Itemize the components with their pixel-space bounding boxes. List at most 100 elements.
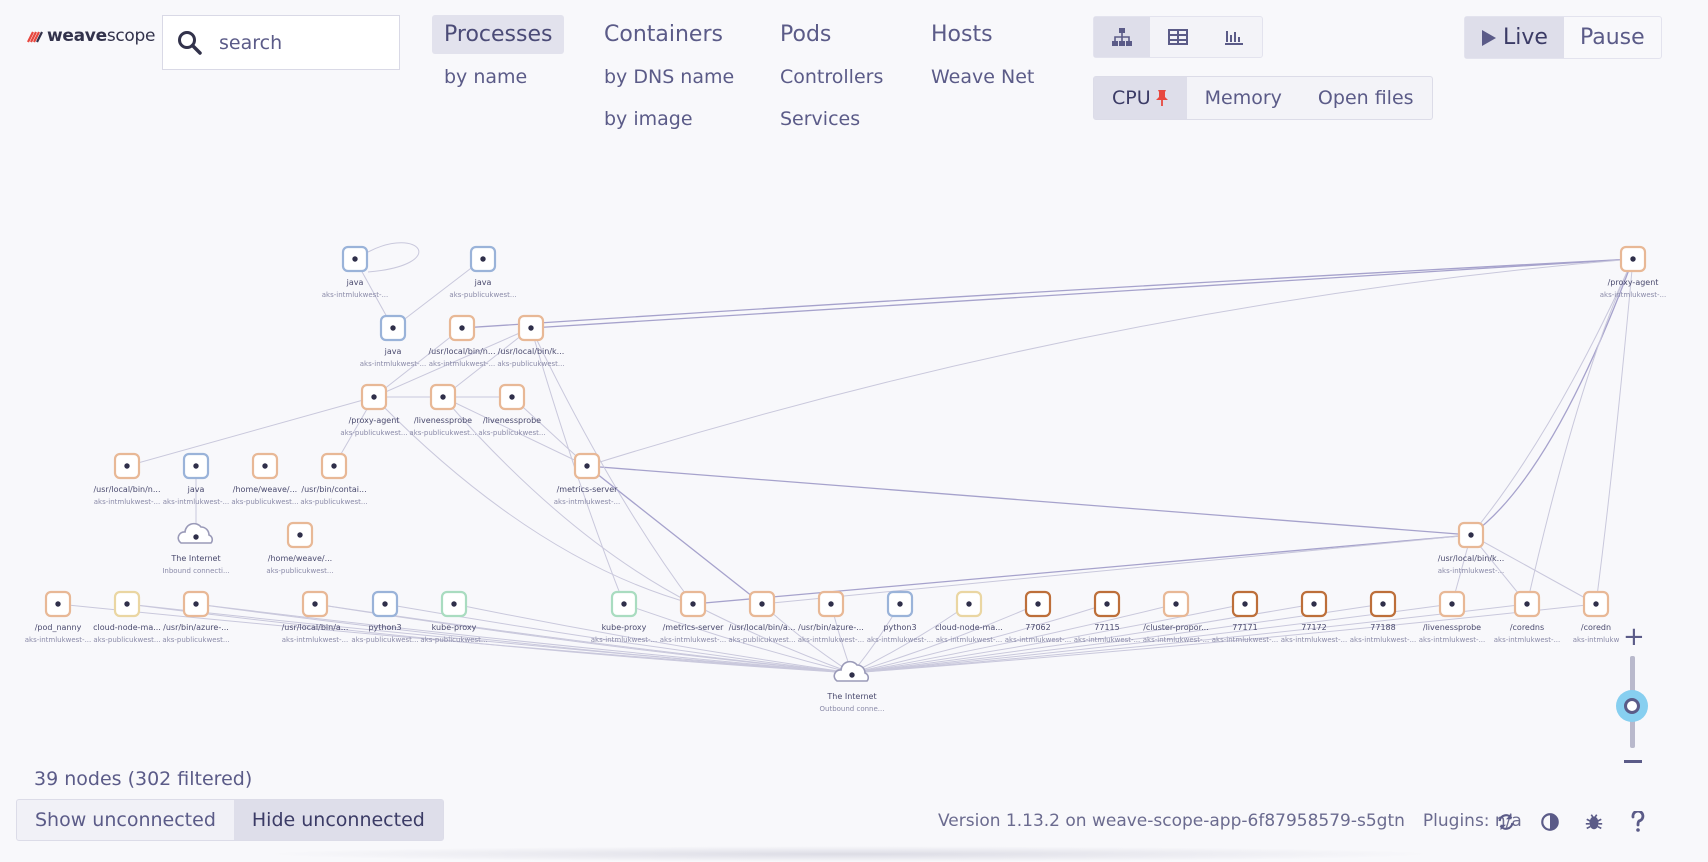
node-sublabel: aks-intmlukwest-... <box>1074 636 1141 644</box>
zoom-in-button[interactable]: + <box>1623 622 1645 652</box>
node-center-dot <box>451 601 457 607</box>
node-sublabel: aks-publicukwest... <box>162 636 229 644</box>
node-sublabel: aks-publicukwest... <box>300 498 367 506</box>
graph-node[interactable]: /usr/bin/contai... aks-publicukwest... <box>300 452 368 506</box>
graph-edge <box>1595 258 1634 605</box>
graph-node[interactable]: java aks-intmlukwest-... <box>322 245 389 299</box>
graph-node[interactable]: /coredn aks-intmlukw <box>1573 590 1620 644</box>
node-center-dot <box>371 394 377 400</box>
node-sublabel: aks-intmlukwest-... <box>1350 636 1417 644</box>
node-center-dot <box>1380 601 1386 607</box>
node-sublabel: aks-publicukwest... <box>93 636 160 644</box>
node-center-dot <box>528 325 534 331</box>
node-sublabel: aks-intmlukwest-... <box>1494 636 1561 644</box>
node-center-dot <box>897 601 903 607</box>
graph-node[interactable]: /proxy-agent aks-intmlukwest-... <box>1600 245 1667 299</box>
node-sublabel: aks-intmlukwest-... <box>429 360 496 368</box>
graph-edge <box>586 258 1634 467</box>
node-sublabel: aks-intmlukwest-... <box>867 636 934 644</box>
node-label: /usr/local/bin/n... <box>93 485 160 494</box>
topology-graph: java aks-intmlukwest-... java aks-publicukw… <box>25 242 1667 713</box>
node-label: The Internet <box>826 692 876 701</box>
node-label: /home/weave/... <box>233 485 297 494</box>
node-label: /pod_nanny <box>35 623 82 632</box>
bug-icon[interactable] <box>1584 811 1604 833</box>
node-label: /coredn <box>1581 623 1611 632</box>
node-sublabel: aks-intmlukwest-... <box>1212 636 1279 644</box>
graph-node[interactable]: kube-proxy aks-intmlukwest-... <box>591 590 658 644</box>
graph-node[interactable]: 77115 aks-intmlukwest-... <box>1074 590 1141 644</box>
node-center-dot <box>1630 256 1636 262</box>
graph-node[interactable]: /home/weave/... aks-publicukwest... <box>231 452 299 506</box>
graph-edge <box>530 258 1634 329</box>
hide-unconnected-button[interactable]: Hide unconnected <box>233 800 443 840</box>
node-sublabel: aks-intmlukw <box>1573 636 1620 644</box>
graph-node[interactable]: /pod_nanny aks-intmlukwest-... <box>25 590 92 644</box>
node-sublabel: Outbound conne... <box>820 705 885 713</box>
node-sublabel: aks-intmlukwest-... <box>554 498 621 506</box>
node-label: /proxy-agent <box>349 416 400 425</box>
node-label: cloud-node-ma... <box>935 623 1003 632</box>
nodes-count: 39 nodes (302 filtered) <box>34 768 253 790</box>
refresh-icon[interactable] <box>1496 811 1516 833</box>
node-label: 77172 <box>1301 623 1326 632</box>
graph-node[interactable]: /livenessprobe aks-intmlukwest-... <box>1419 590 1486 644</box>
node-sublabel: aks-publicukwest... <box>351 636 418 644</box>
node-center-dot <box>759 601 765 607</box>
graph-node[interactable]: /usr/local/bin/n... aks-intmlukwest-... <box>93 452 161 506</box>
graph-node[interactable]: python3 aks-intmlukwest-... <box>867 590 934 644</box>
graph-node[interactable]: /usr/local/bin/k... aks-publicukwest... <box>497 314 565 368</box>
node-label: /usr/local/bin/k... <box>498 347 565 356</box>
node-sublabel: Inbound connecti... <box>162 567 229 575</box>
zoom-slider-handle[interactable] <box>1616 690 1648 722</box>
graph-node[interactable]: /metrics-server aks-intmlukwest-... <box>554 452 621 506</box>
node-label: 77188 <box>1370 623 1395 632</box>
node-sublabel: aks-publicukwest... <box>497 360 564 368</box>
graph-node[interactable]: /metrics-server aks-intmlukwest-... <box>660 590 727 644</box>
contrast-icon[interactable] <box>1540 811 1560 833</box>
graph-node[interactable]: 77171 aks-intmlukwest-... <box>1212 590 1279 644</box>
zoom-out-button[interactable] <box>1624 760 1642 763</box>
node-center-dot <box>352 256 358 262</box>
graph-node[interactable]: cloud-node-ma... aks-publicukwest... <box>93 590 161 644</box>
graph-node[interactable]: kube-proxy aks-publicukwest... <box>420 590 488 644</box>
node-label: kube-proxy <box>602 623 647 632</box>
node-sublabel: aks-publicukwest... <box>420 636 487 644</box>
node-center-dot <box>849 672 855 678</box>
graph-node[interactable]: cloud-node-ma... aks-intmlukwest-... <box>935 590 1003 644</box>
node-label: kube-proxy <box>432 623 477 632</box>
node-center-dot <box>382 601 388 607</box>
graph-node[interactable]: /home/weave/... aks-publicukwest... <box>266 521 334 575</box>
node-center-dot <box>193 601 199 607</box>
node-label: java <box>346 278 364 287</box>
graph-node[interactable]: /livenessprobe aks-publicukwest... <box>409 383 477 437</box>
node-label: /usr/bin/azure-... <box>798 623 864 632</box>
node-center-dot <box>690 601 696 607</box>
help-icon[interactable] <box>1628 811 1648 833</box>
graph-node[interactable]: /livenessprobe aks-publicukwest... <box>478 383 546 437</box>
graph-node[interactable]: /coredns aks-intmlukwest-... <box>1494 590 1561 644</box>
show-unconnected-button[interactable]: Show unconnected <box>17 800 234 840</box>
graph-node[interactable]: /proxy-agent aks-publicukwest... <box>340 383 408 437</box>
graph-node[interactable]: /usr/local/bin/n... aks-intmlukwest-... <box>428 314 496 368</box>
node-center-dot <box>509 394 515 400</box>
node-center-dot <box>1035 601 1041 607</box>
node-center-dot <box>312 601 318 607</box>
node-label: /usr/local/bin/a... <box>729 623 796 632</box>
graph-node[interactable]: java aks-publicukwest... <box>449 245 517 299</box>
node-label: java <box>384 347 402 356</box>
node-center-dot <box>828 601 834 607</box>
node-center-dot <box>1173 601 1179 607</box>
graph-node[interactable]: java aks-intmlukwest-... <box>360 314 427 368</box>
node-label: /cluster-propor... <box>1143 623 1209 632</box>
node-label: /usr/bin/contai... <box>301 485 366 494</box>
graph-edges <box>57 242 1634 674</box>
node-label: /livenessprobe <box>483 416 541 425</box>
graph-node[interactable]: /usr/local/bin/k... aks-intmlukwest-... <box>1438 521 1505 575</box>
node-label: /livenessprobe <box>1423 623 1481 632</box>
graph-node[interactable]: The Internet Inbound connecti... <box>162 522 230 575</box>
node-center-dot <box>390 325 396 331</box>
node-sublabel: aks-intmlukwest-... <box>1005 636 1072 644</box>
node-label: /usr/local/bin/k... <box>1438 554 1505 563</box>
cloud-icon <box>177 522 214 544</box>
